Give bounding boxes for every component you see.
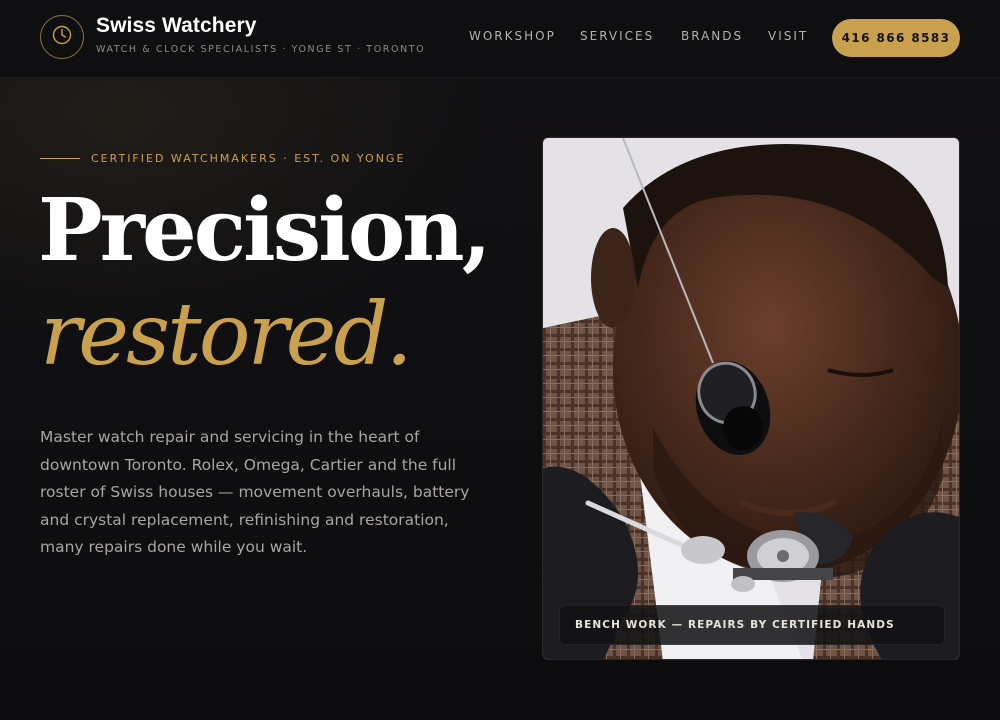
logo[interactable]: [40, 15, 84, 59]
image-caption: BENCH WORK — REPAIRS BY CERTIFIED HANDS: [559, 605, 945, 645]
phone-button[interactable]: 416 866 8583: [832, 19, 960, 57]
watchmaker-photo: [543, 138, 959, 659]
nav-workshop[interactable]: WORKSHOP: [469, 29, 556, 43]
hero-headline-line1: Precision,: [38, 180, 492, 281]
site-header: Swiss Watchery WATCH & CLOCK SPECIALISTS…: [0, 0, 1000, 78]
hero-body-copy: Master watch repair and servicing in the…: [40, 428, 470, 556]
hero-eyebrow: CERTIFIED WATCHMAKERS · EST. ON YONGE: [40, 152, 405, 165]
nav-services[interactable]: SERVICES: [580, 29, 654, 43]
nav-brands[interactable]: BRANDS: [681, 29, 743, 43]
hero-headline-line2: restored.: [40, 285, 413, 385]
brand-tagline: WATCH & CLOCK SPECIALISTS · YONGE ST · T…: [96, 44, 426, 55]
clock-icon: [51, 24, 73, 50]
eyebrow-text: CERTIFIED WATCHMAKERS · EST. ON YONGE: [91, 152, 406, 165]
hero-image-card: BENCH WORK — REPAIRS BY CERTIFIED HANDS: [542, 137, 960, 660]
nav-visit[interactable]: VISIT: [768, 29, 808, 43]
eyebrow-rule: [40, 158, 80, 159]
brand-name[interactable]: Swiss Watchery: [96, 14, 257, 38]
